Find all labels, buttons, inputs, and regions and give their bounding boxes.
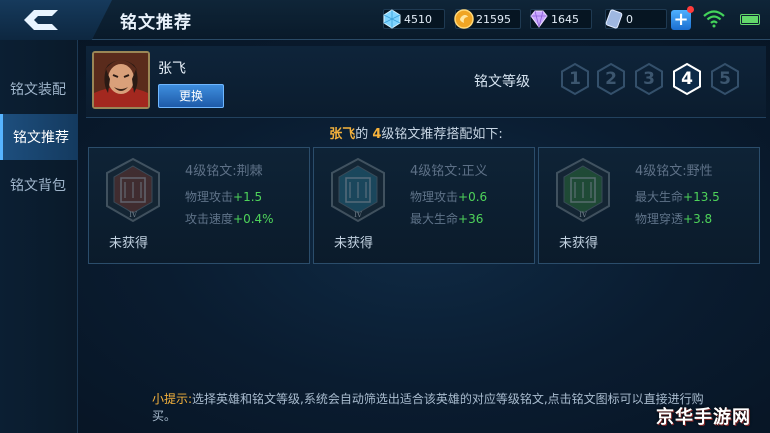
- rune-stat-value: +0.6: [458, 190, 488, 204]
- screen: 铭文推荐 4510 21595 1645 0 + 铭文装配 铭文推荐 铭文背包 …: [0, 0, 770, 433]
- gem-icon: [527, 7, 551, 31]
- rune-level-number: 4: [681, 69, 693, 89]
- sidebar: 铭文装配 铭文推荐 铭文背包: [0, 40, 78, 433]
- rune-stat-label: 攻击速度: [185, 212, 234, 226]
- rune-name: 4级铭文:荆棘: [185, 164, 263, 179]
- rune-stat-value: +1.5: [233, 190, 263, 204]
- rune-emblem-icon[interactable]: IV: [551, 156, 615, 224]
- svg-text:IV: IV: [129, 211, 138, 219]
- headline-mid: 的: [355, 127, 373, 142]
- rune-level-option-2[interactable]: 2: [594, 62, 628, 96]
- rune-name: 4级铭文:野性: [635, 164, 713, 179]
- ticket-counter: 0: [605, 9, 667, 29]
- rune-stat-value: +13.5: [683, 190, 720, 204]
- gem-value: 1645: [551, 12, 579, 26]
- rune-stat-label: 最大生命: [410, 212, 459, 226]
- sidebar-item-rune-equip[interactable]: 铭文装配: [0, 66, 78, 112]
- rune-level-option-5[interactable]: 5: [708, 62, 742, 96]
- rune-status: 未获得: [559, 236, 599, 251]
- watermark-logo: 京华手游网: [656, 407, 751, 428]
- back-arrow-icon: [24, 10, 58, 30]
- headline-suffix: 级铭文推荐搭配如下:: [381, 127, 503, 142]
- rune-emblem-icon[interactable]: IV: [326, 156, 390, 224]
- back-button[interactable]: [0, 0, 112, 40]
- rune-stat-value: +36: [458, 212, 484, 226]
- top-bar: 铭文推荐 4510 21595 1645 0 +: [0, 0, 770, 40]
- rune-card[interactable]: IV 未获得 4级铭文:荆棘 物理攻击+1.5 攻击速度+0.4%: [88, 147, 310, 264]
- rune-stat-label: 物理穿透: [635, 212, 684, 226]
- wifi-icon: [703, 10, 725, 28]
- rune-level-number: 1: [569, 69, 581, 89]
- rune-stat-label: 物理攻击: [410, 190, 459, 204]
- gold-coin-icon: [452, 7, 476, 31]
- page-title: 铭文推荐: [120, 13, 192, 33]
- recharge-button[interactable]: +: [671, 6, 694, 30]
- hero-name: 张飞: [158, 61, 186, 77]
- ticket-icon: [602, 7, 626, 31]
- rune-level-option-1[interactable]: 1: [558, 62, 592, 96]
- rune-stat: 攻击速度+0.4%: [185, 210, 274, 227]
- rune-level-number: 3: [643, 69, 655, 89]
- rune-stat-value: +3.8: [683, 212, 713, 226]
- rune-level-number: 2: [605, 69, 617, 89]
- notification-dot: [687, 6, 694, 13]
- gem-counter: 1645: [530, 9, 592, 29]
- rune-status: 未获得: [109, 236, 149, 251]
- rune-stat: 物理穿透+3.8: [635, 210, 712, 227]
- rune-stat: 物理攻击+1.5: [185, 188, 262, 205]
- diamond-value: 4510: [404, 12, 432, 26]
- rune-stat: 最大生命+13.5: [635, 188, 720, 205]
- rune-stat: 物理攻击+0.6: [410, 188, 487, 205]
- tip-body: 选择英雄和铭文等级,系统会自动筛选出适合该英雄的对应等级铭文,点击铭文图标可以直…: [152, 392, 704, 423]
- rune-stat-label: 物理攻击: [185, 190, 234, 204]
- rune-stat: 最大生命+36: [410, 210, 483, 227]
- rune-stat-label: 最大生命: [635, 190, 684, 204]
- diamond-icon: [380, 7, 404, 31]
- hero-panel: 张飞 更换 铭文等级 1 2 3 4 5: [86, 46, 766, 118]
- rune-name: 4级铭文:正义: [410, 164, 488, 179]
- rune-level-option-4[interactable]: 4: [670, 62, 704, 96]
- ticket-value: 0: [626, 12, 633, 26]
- svg-text:IV: IV: [354, 211, 363, 219]
- rune-level-label: 铭文等级: [474, 74, 530, 90]
- rune-level-number: 5: [719, 69, 731, 89]
- gold-counter: 21595: [452, 7, 521, 31]
- sidebar-item-rune-bag[interactable]: 铭文背包: [0, 162, 78, 208]
- diamond-counter: 4510: [383, 9, 445, 29]
- rune-stat-value: +0.4%: [233, 212, 274, 226]
- rune-emblem-icon[interactable]: IV: [101, 156, 165, 224]
- tip-prefix: 小提示:: [152, 392, 193, 406]
- rune-level-option-3[interactable]: 3: [632, 62, 666, 96]
- recommend-headline: 张飞的 4级铭文推荐搭配如下:: [0, 123, 770, 142]
- rune-status: 未获得: [334, 236, 374, 251]
- switch-hero-button[interactable]: 更换: [158, 84, 224, 108]
- headline-hero: 张飞: [329, 127, 356, 142]
- gold-value: 21595: [476, 12, 511, 26]
- battery-icon: [740, 14, 760, 25]
- tip-text: 小提示:选择英雄和铭文等级,系统会自动筛选出适合该英雄的对应等级铭文,点击铭文图…: [152, 391, 712, 425]
- rune-card[interactable]: IV 未获得 4级铭文:野性 最大生命+13.5 物理穿透+3.8: [538, 147, 760, 264]
- svg-text:IV: IV: [579, 211, 588, 219]
- hero-avatar[interactable]: [92, 51, 150, 109]
- rune-card[interactable]: IV 未获得 4级铭文:正义 物理攻击+0.6 最大生命+36: [313, 147, 535, 264]
